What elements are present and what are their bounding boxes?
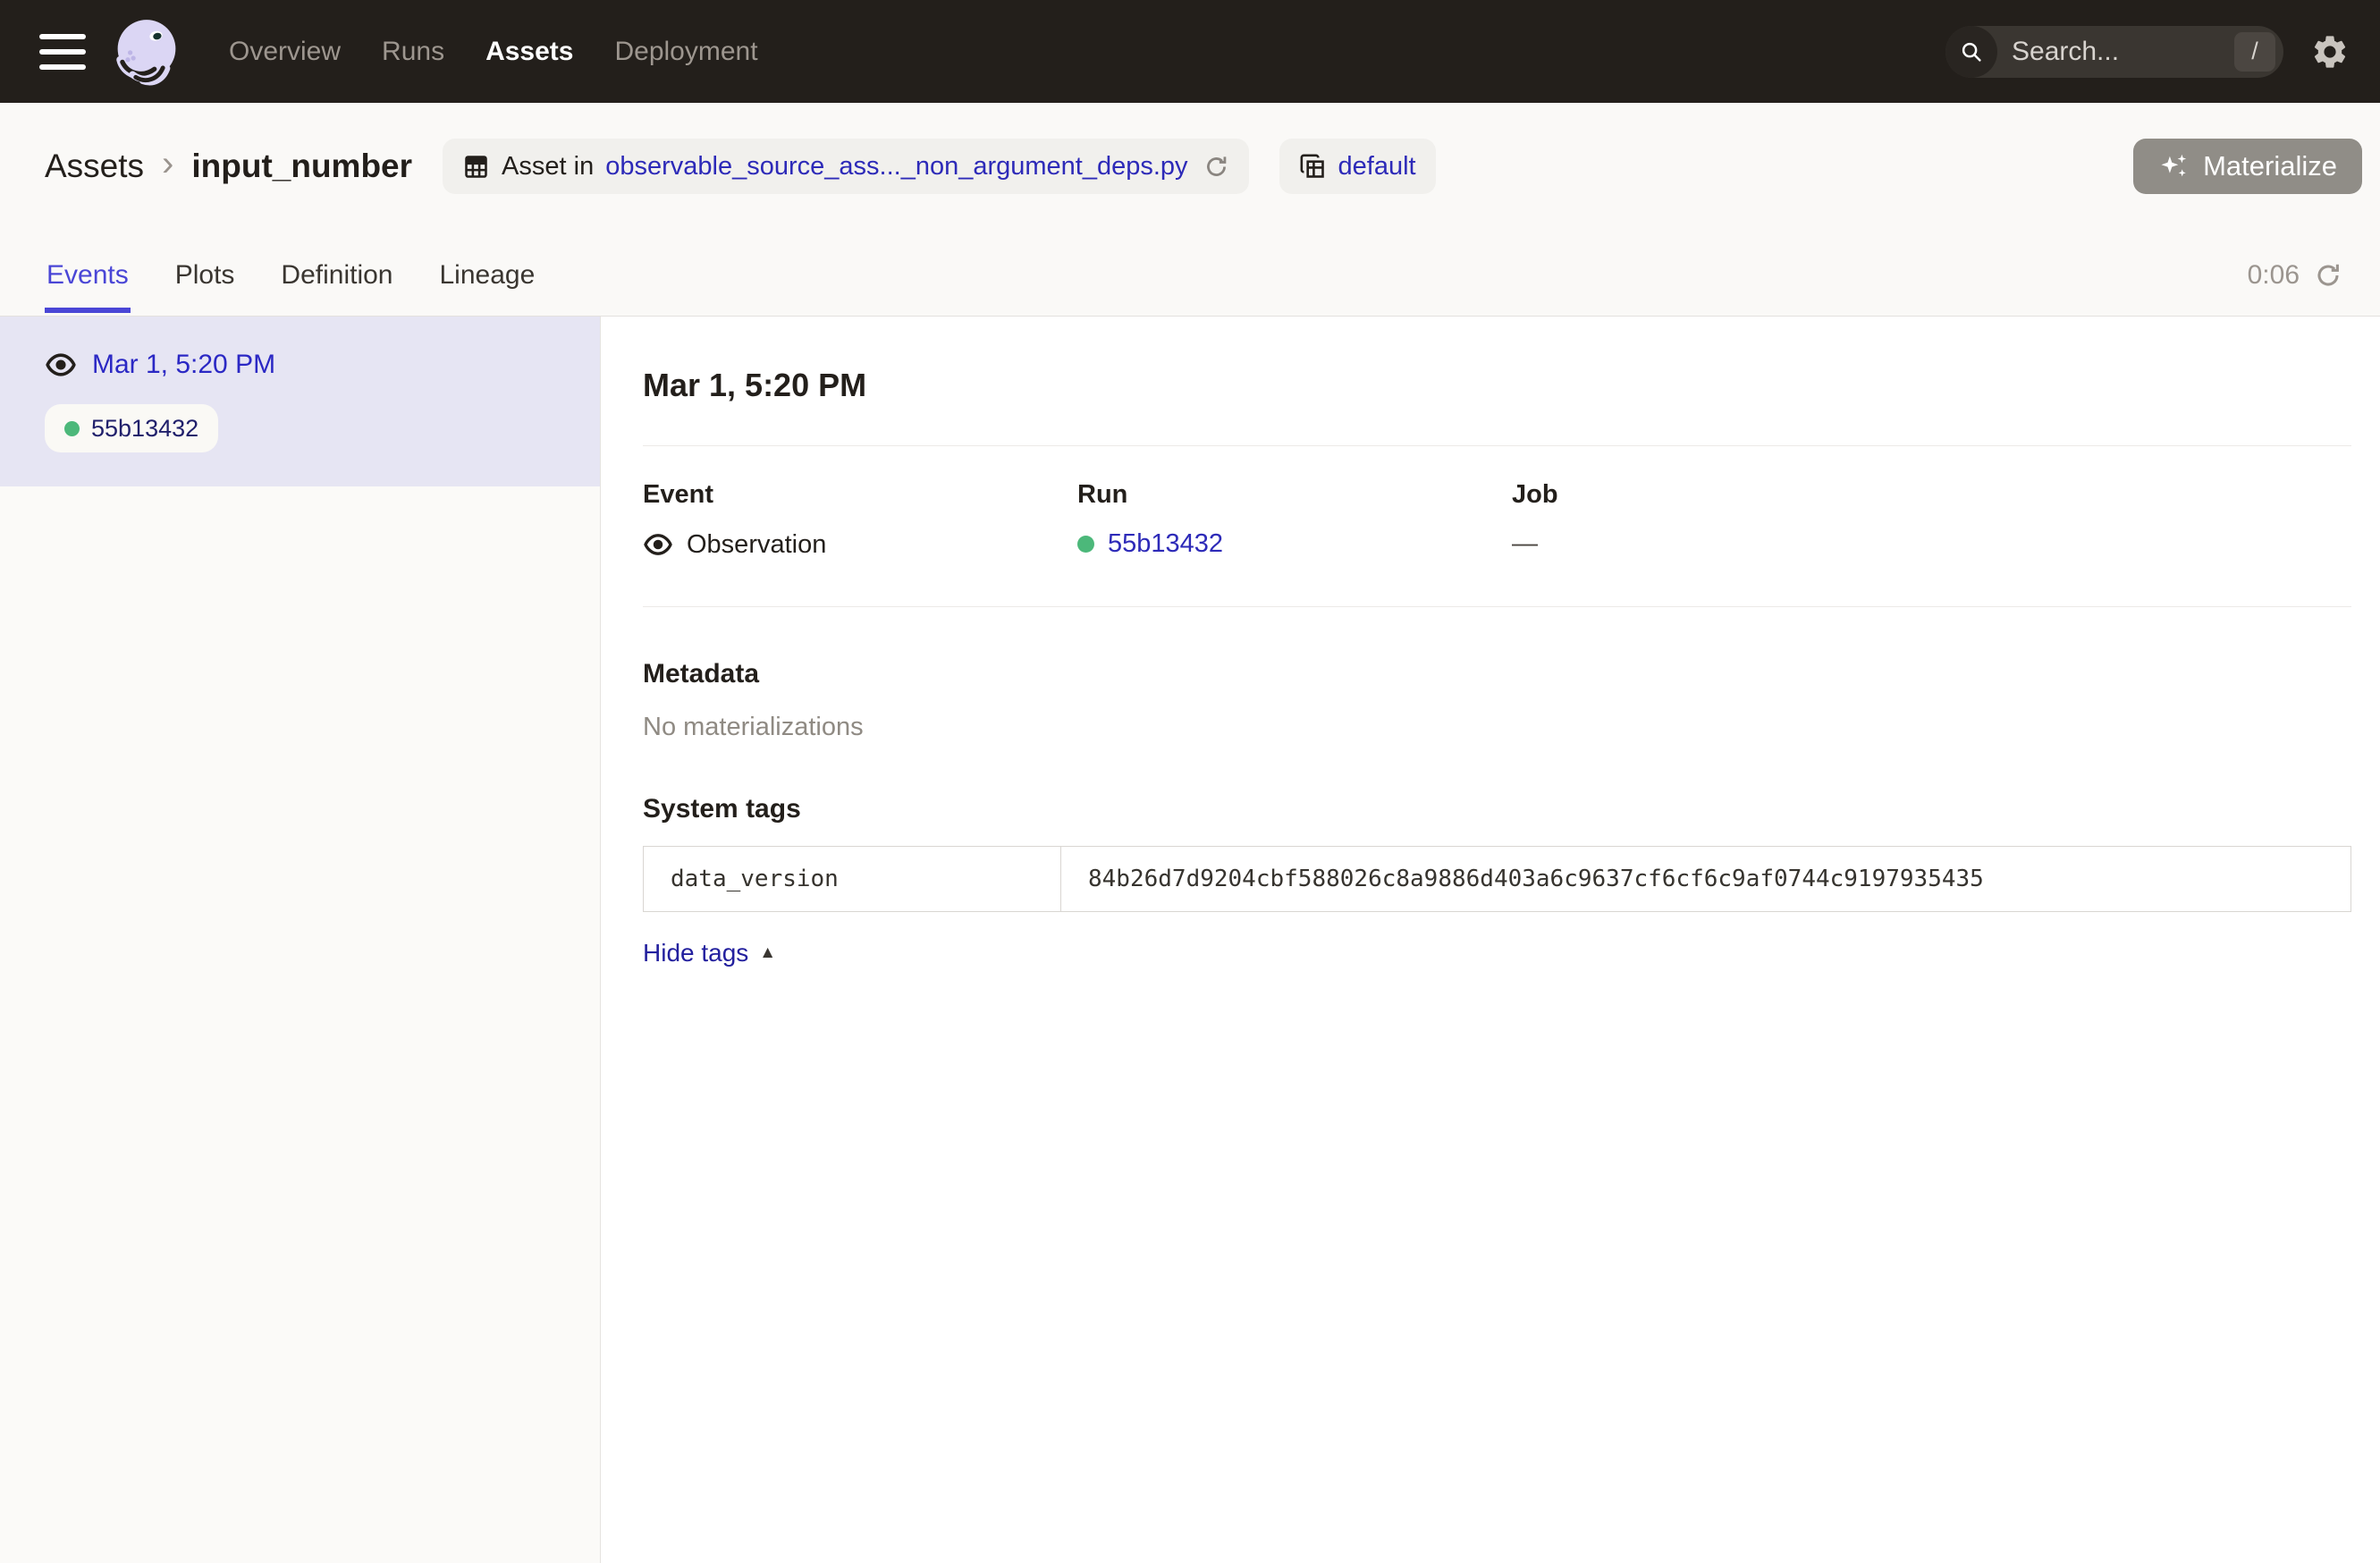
run-column-header: Run [1077, 480, 1512, 510]
settings-gear-icon[interactable] [2310, 32, 2350, 72]
tab-lineage[interactable]: Lineage [438, 237, 537, 313]
divider [643, 445, 2351, 446]
divider [643, 606, 2351, 607]
event-run-id: 55b13432 [91, 415, 198, 443]
tab-events[interactable]: Events [45, 237, 131, 313]
observation-eye-icon [643, 529, 673, 560]
top-nav: Overview Runs Assets Deployment Search..… [0, 0, 2380, 103]
search-placeholder: Search... [2012, 37, 2234, 67]
metadata-heading: Metadata [643, 659, 2351, 689]
asset-grid-icon [462, 153, 490, 181]
system-tags-heading: System tags [643, 794, 2351, 824]
events-sidebar: Mar 1, 5:20 PM 55b13432 [0, 317, 601, 1563]
job-column-header: Job [1512, 480, 2351, 510]
nav-item-assets[interactable]: Assets [485, 37, 573, 67]
asset-definition-pill: Asset in observable_source_ass..._non_ar… [443, 139, 1249, 194]
tab-definition[interactable]: Definition [279, 237, 394, 313]
run-id-link[interactable]: 55b13432 [1108, 529, 1223, 559]
content-area: Mar 1, 5:20 PM 55b13432 Mar 1, 5:20 PM E… [0, 317, 2380, 1563]
asset-in-label: Asset in [502, 152, 594, 182]
materialize-button[interactable]: Materialize [2133, 139, 2362, 194]
primary-nav: Overview Runs Assets Deployment [229, 37, 758, 67]
dagster-logo-icon[interactable] [109, 14, 184, 89]
nav-item-deployment[interactable]: Deployment [614, 37, 757, 67]
search-input[interactable]: Search... / [1945, 26, 2283, 78]
nav-item-runs[interactable]: Runs [382, 37, 444, 67]
sparkles-icon [2158, 150, 2190, 182]
run-status-dot [64, 421, 80, 436]
run-column: Run 55b13432 [1077, 480, 1512, 560]
breadcrumb-chevron-icon: › [162, 146, 173, 182]
event-run-tag[interactable]: 55b13432 [45, 404, 218, 452]
page-header: Assets › input_number Asset in observabl… [0, 103, 2380, 317]
system-tags-table: data_version 84b26d7d9204cbf588026c8a988… [643, 846, 2351, 912]
tag-value-cell: 84b26d7d9204cbf588026c8a9886d403a6c9637c… [1061, 847, 2350, 911]
nav-item-overview[interactable]: Overview [229, 37, 341, 67]
search-icon [1945, 26, 1997, 78]
reload-definition-icon[interactable] [1203, 154, 1229, 180]
job-value: — [1512, 529, 2351, 559]
event-column-header: Event [643, 480, 1077, 510]
event-detail-panel: Mar 1, 5:20 PM Event Observation Run [601, 317, 2380, 1563]
materialize-label: Materialize [2203, 150, 2337, 182]
asset-group-icon [1299, 153, 1327, 181]
tag-key-cell: data_version [644, 847, 1061, 911]
event-type-value: Observation [687, 530, 826, 560]
event-column: Event Observation [643, 480, 1077, 560]
hide-tags-label: Hide tags [643, 939, 748, 967]
tab-plots[interactable]: Plots [173, 237, 237, 313]
observation-eye-icon [45, 349, 77, 381]
tab-bar: Events Plots Definition Lineage [0, 237, 2380, 312]
breadcrumb-assets-link[interactable]: Assets [45, 148, 144, 185]
refresh-icon[interactable] [2314, 261, 2342, 290]
search-shortcut-key: / [2234, 32, 2275, 72]
event-summary-columns: Event Observation Run 55b13432 [643, 480, 2351, 560]
hamburger-menu-icon[interactable] [39, 34, 86, 70]
event-list-item-selected[interactable]: Mar 1, 5:20 PM 55b13432 [0, 317, 600, 486]
job-column: Job — [1512, 480, 2351, 560]
refresh-timer: 0:06 [2248, 260, 2342, 291]
event-detail-title: Mar 1, 5:20 PM [643, 367, 2351, 404]
event-timestamp: Mar 1, 5:20 PM [92, 350, 275, 380]
asset-group-pill: default [1279, 139, 1436, 194]
page-title: input_number [191, 148, 412, 185]
metadata-empty-text: No materializations [643, 713, 2351, 742]
breadcrumb: Assets › input_number Asset in observabl… [0, 103, 2380, 194]
asset-group-link[interactable]: default [1338, 152, 1416, 182]
app-root: Overview Runs Assets Deployment Search..… [0, 0, 2380, 1563]
asset-file-link[interactable]: observable_source_ass..._non_argument_de… [605, 152, 1187, 182]
hide-tags-link[interactable]: Hide tags ▲ [643, 939, 776, 967]
refresh-countdown: 0:06 [2248, 260, 2300, 291]
collapse-caret-icon: ▲ [759, 943, 776, 963]
run-status-dot [1077, 536, 1094, 553]
